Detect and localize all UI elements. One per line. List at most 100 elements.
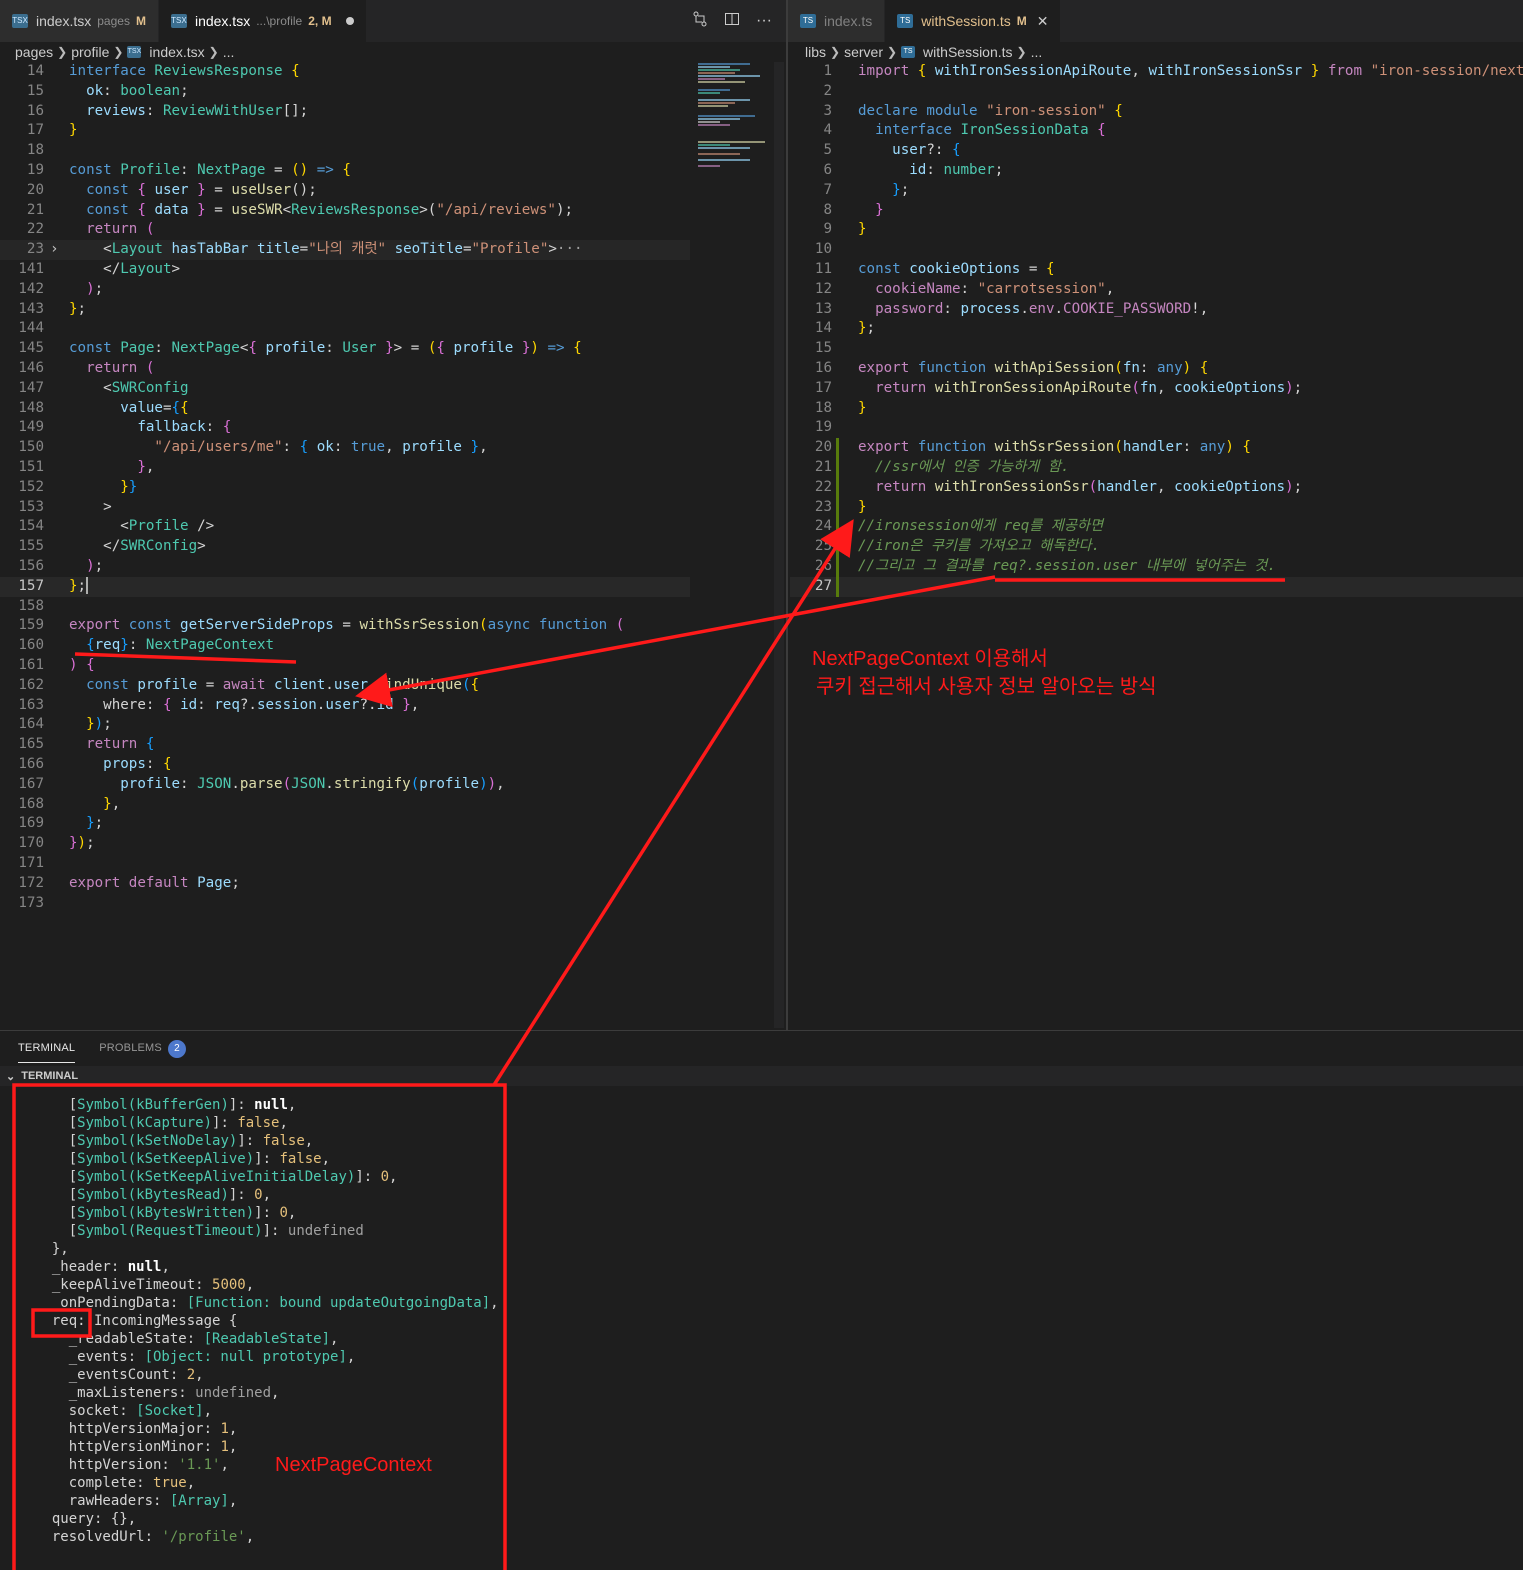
tab-terminal[interactable]: TERMINAL: [18, 1034, 76, 1063]
code-line[interactable]: 2: [790, 82, 1523, 102]
code-line[interactable]: 18: [0, 141, 690, 161]
code-line[interactable]: 23}: [790, 498, 1523, 518]
code-line[interactable]: 159 export const getServerSideProps = wit…: [0, 616, 690, 636]
code-line[interactable]: 17}: [0, 121, 690, 141]
git-change-indicator[interactable]: [836, 438, 839, 518]
minimap[interactable]: [690, 62, 785, 182]
code-line[interactable]: 169 };: [0, 814, 690, 834]
code-line[interactable]: 163 where: { id: req?.session.user?.id }…: [0, 696, 690, 716]
code-line[interactable]: 148 value={{: [0, 399, 690, 419]
code-line[interactable]: 146 return (: [0, 359, 690, 379]
code-line[interactable]: 156 );: [0, 557, 690, 577]
code-line[interactable]: 3 declare module "iron-session" {: [790, 102, 1523, 122]
code-line[interactable]: 149 fallback: {: [0, 418, 690, 438]
code-line[interactable]: 10: [790, 240, 1523, 260]
code-line[interactable]: 16 reviews: ReviewWithUser[];: [0, 102, 690, 122]
code-line[interactable]: 164 });: [0, 715, 690, 735]
code-line[interactable]: 142 );: [0, 280, 690, 300]
code-line[interactable]: 171: [0, 854, 690, 874]
code-line[interactable]: 22 return (: [0, 220, 690, 240]
code-line[interactable]: 4 interface IronSessionData {: [790, 121, 1523, 141]
breadcrumb-item[interactable]: profile: [71, 44, 109, 60]
code-line[interactable]: 5 user?: {: [790, 141, 1523, 161]
code-line[interactable]: 144: [0, 319, 690, 339]
chevron-right-icon[interactable]: ›: [50, 240, 59, 260]
tab-pages-index[interactable]: TSX index.tsx pages M: [0, 0, 159, 42]
code-line[interactable]: 15: [790, 339, 1523, 359]
code-line[interactable]: 153 >: [0, 498, 690, 518]
code-line[interactable]: 19 const Profile: NextPage = () => {: [0, 161, 690, 181]
right-code-editor[interactable]: 1 import { withIronSessionApiRoute, withI…: [790, 62, 1523, 1028]
code-line[interactable]: 8 }: [790, 201, 1523, 221]
code-line[interactable]: 141 </Layout>: [0, 260, 690, 280]
editor-split-divider[interactable]: [786, 0, 788, 1030]
code-line[interactable]: 25 //iron은 쿠키를 가져오고 해독한다.: [790, 537, 1523, 557]
code-line[interactable]: 143};: [0, 300, 690, 320]
breadcrumb-item[interactable]: libs: [805, 44, 826, 60]
code-line[interactable]: 168 },: [0, 795, 690, 815]
close-icon[interactable]: ✕: [1037, 13, 1049, 30]
modified-badge: M: [1016, 14, 1027, 28]
code-line[interactable]: 162 const profile = await client.user.fi…: [0, 676, 690, 696]
code-line[interactable]: 14};: [790, 319, 1523, 339]
compare-changes-icon[interactable]: [692, 11, 708, 32]
code-line[interactable]: 170});: [0, 834, 690, 854]
split-editor-icon[interactable]: [724, 11, 740, 32]
more-actions-icon[interactable]: ···: [756, 12, 772, 30]
code-line[interactable]: 167 profile: JSON.parse(JSON.stringify(p…: [0, 775, 690, 795]
code-line[interactable]: 27: [790, 576, 1523, 597]
code-line[interactable]: 158: [0, 597, 690, 617]
code-line[interactable]: 165 return {: [0, 735, 690, 755]
code-line[interactable]: 152 }}: [0, 478, 690, 498]
code-line[interactable]: 19: [790, 418, 1523, 438]
code-line[interactable]: 20 export function withSsrSession(handler…: [790, 438, 1523, 458]
code-line[interactable]: 11 const cookieOptions = {: [790, 260, 1523, 280]
left-code-editor[interactable]: 14 interface ReviewsResponse {15 ok: bool…: [0, 62, 690, 1028]
editor-scrollbar[interactable]: [774, 62, 784, 1028]
code-line[interactable]: 21 const { data } = useSWR<ReviewsRespon…: [0, 201, 690, 221]
unsaved-dot-icon[interactable]: [345, 17, 354, 25]
git-change-indicator[interactable]: [836, 517, 839, 597]
code-line[interactable]: 161) {: [0, 656, 690, 676]
code-line[interactable]: 24 //ironsession에게 req를 제공하면: [790, 517, 1523, 537]
code-line[interactable]: 155 </SWRConfig>: [0, 537, 690, 557]
code-line[interactable]: 145 const Page: NextPage<{ profile: User …: [0, 339, 690, 359]
code-line[interactable]: 154 <Profile />: [0, 517, 690, 537]
breadcrumb-item[interactable]: server: [844, 44, 883, 60]
code-line[interactable]: 14 interface ReviewsResponse {: [0, 62, 690, 82]
code-line[interactable]: 12 cookieName: "carrotsession",: [790, 280, 1523, 300]
code-line[interactable]: 13 password: process.env.COOKIE_PASSWORD…: [790, 300, 1523, 320]
code-line[interactable]: 15 ok: boolean;: [0, 82, 690, 102]
code-line[interactable]: 166 props: {: [0, 755, 690, 775]
code-line[interactable]: 20 const { user } = useUser();: [0, 181, 690, 201]
code-line[interactable]: 150 "/api/users/me": { ok: true, profile…: [0, 438, 690, 458]
code-line[interactable]: 172 export default Page;: [0, 874, 690, 894]
breadcrumb-item[interactable]: index.tsx: [149, 44, 204, 60]
code-line[interactable]: 22 return withIronSessionSsr(handler, co…: [790, 478, 1523, 498]
breadcrumb-item[interactable]: ...: [223, 44, 235, 60]
tab-problems[interactable]: PROBLEMS 2: [99, 1032, 186, 1066]
tab-index-ts[interactable]: TS index.ts: [788, 0, 886, 42]
terminal-section-header[interactable]: ⌄ TERMINAL: [0, 1066, 1523, 1086]
tab-profile-index[interactable]: TSX index.tsx ...\profile 2, M: [158, 0, 367, 42]
breadcrumb-item[interactable]: ...: [1031, 44, 1043, 60]
code-line[interactable]: 1 import { withIronSessionApiRoute, withI…: [790, 62, 1523, 82]
code-line[interactable]: 7 };: [790, 181, 1523, 201]
code-line[interactable]: 17 return withIronSessionApiRoute(fn, co…: [790, 379, 1523, 399]
tab-withsession-ts[interactable]: TS withSession.ts M ✕: [885, 0, 1062, 42]
code-line[interactable]: 160 {req}: NextPageContext: [0, 636, 690, 656]
terminal-output[interactable]: [Symbol(kBufferGen)]: null, [Symbol(kCap…: [0, 1096, 1523, 1570]
code-line[interactable]: 9}: [790, 220, 1523, 240]
code-line[interactable]: 157};: [0, 576, 690, 597]
code-line[interactable]: 18}: [790, 399, 1523, 419]
breadcrumb-item[interactable]: pages: [15, 44, 53, 60]
breadcrumb-item[interactable]: withSession.ts: [923, 44, 1012, 60]
code-line[interactable]: 26 //그리고 그 결과를 req?.session.user 내부에 넣어주는…: [790, 557, 1523, 577]
code-line[interactable]: 16 export function withApiSession(fn: any…: [790, 359, 1523, 379]
code-line[interactable]: 6 id: number;: [790, 161, 1523, 181]
code-line[interactable]: 21 //ssr에서 인증 가능하게 함.: [790, 458, 1523, 478]
code-line[interactable]: 23 › <Layout hasTabBar title="나의 캐럿" seoT…: [0, 240, 690, 260]
code-line[interactable]: 173: [0, 894, 690, 914]
code-line[interactable]: 147 <SWRConfig: [0, 379, 690, 399]
code-line[interactable]: 151 },: [0, 458, 690, 478]
